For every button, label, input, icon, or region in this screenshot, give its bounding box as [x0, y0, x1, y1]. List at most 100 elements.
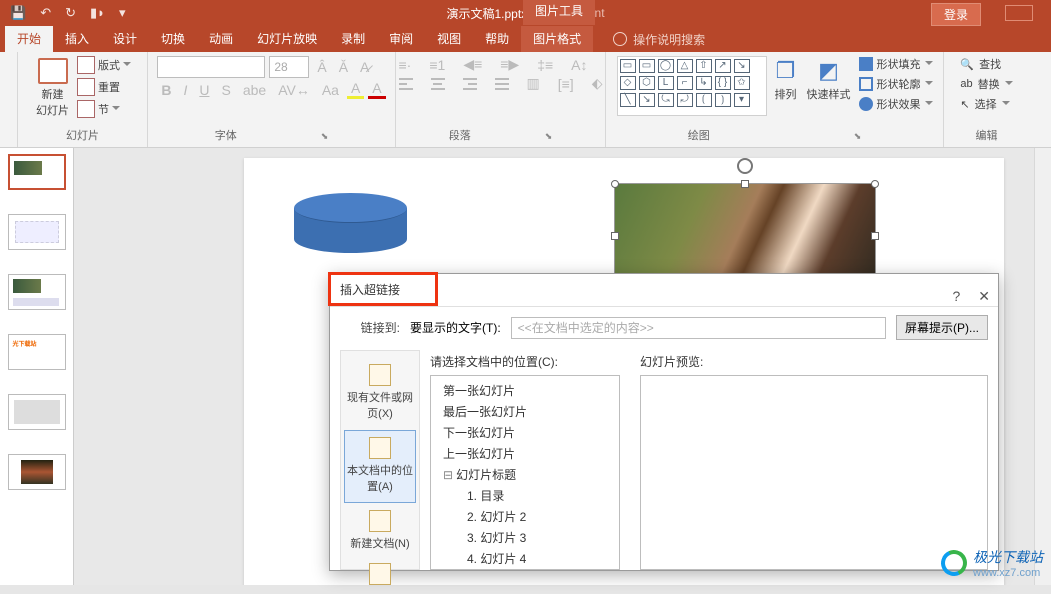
tab-slideshow[interactable]: 幻灯片放映 [245, 26, 329, 52]
smartart-button[interactable]: ⬖ [588, 75, 607, 92]
tab-design[interactable]: 设计 [101, 26, 149, 52]
tab-view[interactable]: 视图 [425, 26, 473, 52]
tree-item[interactable]: 第一张幻灯片 [437, 380, 613, 401]
font-color-button[interactable]: A [368, 80, 385, 99]
justify-button[interactable] [491, 78, 513, 90]
redo-icon[interactable]: ↻ [65, 5, 76, 21]
shape-outline-menu[interactable]: 形状轮廓 [859, 76, 933, 92]
arrange-button[interactable]: ❐ 排列 [773, 56, 799, 116]
rotate-handle-icon[interactable] [737, 158, 753, 174]
quick-styles-button[interactable]: ◩ 快速样式 [805, 56, 853, 116]
increase-font-icon[interactable]: Â [313, 59, 330, 75]
columns-button[interactable]: ▥ [523, 75, 544, 92]
resize-handle[interactable] [871, 232, 879, 240]
tab-insert[interactable]: 插入 [53, 26, 101, 52]
bullets-button[interactable]: ≡· [395, 57, 416, 73]
slide-thumbnail[interactable] [8, 214, 66, 250]
tree-item[interactable]: 2. 幻灯片 2 [437, 506, 613, 527]
change-case-button[interactable]: Aa [318, 82, 343, 98]
tree-item[interactable]: 1. 目录 [437, 485, 613, 506]
shapes-gallery[interactable]: ▭▭◯△⇧↗↘ ◇⬡L⌐↳{ }✩ ╲↘⤿⤾⟮⟯▾ [617, 56, 767, 116]
align-center-button[interactable] [427, 78, 449, 90]
dialog-help-button[interactable]: ? [952, 280, 960, 312]
indent-inc-button[interactable]: ≡▶ [496, 56, 523, 73]
indent-dec-button[interactable]: ◀≡ [459, 56, 486, 73]
decrease-font-icon[interactable]: Ǎ [335, 59, 352, 75]
select-menu[interactable]: ↖选择 [960, 96, 1009, 112]
slide-thumbnail[interactable]: 光下载站 [8, 334, 66, 370]
tab-review[interactable]: 审阅 [377, 26, 425, 52]
undo-icon[interactable]: ↶ [40, 5, 51, 21]
font-family-select[interactable] [157, 56, 265, 78]
section-menu[interactable]: 节 [77, 100, 131, 118]
tab-animation[interactable]: 动画 [197, 26, 245, 52]
shape-effects-menu[interactable]: 形状效果 [859, 96, 933, 112]
shape-fill-menu[interactable]: 形状填充 [859, 56, 933, 72]
slide-thumbnails-pane[interactable]: 光下载站 [0, 148, 74, 585]
display-text-input[interactable]: <<在文档中选定的内容>> [511, 317, 886, 339]
slide-thumbnail[interactable] [8, 274, 66, 310]
find-button[interactable]: 🔍查找 [960, 56, 1001, 72]
tell-me-search[interactable]: 操作说明搜索 [613, 31, 705, 48]
strike-button[interactable]: S [217, 82, 234, 98]
align-right-button[interactable] [459, 78, 481, 90]
group-drawing: ▭▭◯△⇧↗↘ ◇⬡L⌐↳{ }✩ ╲↘⤿⤾⟮⟯▾ ❐ 排列 ◩ 快速样式 形状… [606, 52, 944, 147]
tree-item[interactable]: 5. 幻灯片 5 [437, 569, 613, 570]
resize-handle[interactable] [611, 232, 619, 240]
dialog-title-bar[interactable]: 插入超链接 ? ✕ [330, 274, 998, 306]
start-show-icon[interactable]: ▮◗ [90, 5, 105, 21]
resize-handle[interactable] [611, 180, 619, 188]
tab-record[interactable]: 录制 [329, 26, 377, 52]
resize-handle[interactable] [871, 180, 879, 188]
link-new-document[interactable]: 新建文档(N) [344, 503, 416, 560]
dialog-launcher-drawing[interactable]: ⬊ [854, 131, 862, 142]
font-size-select[interactable]: 28 [269, 56, 309, 78]
slide-thumbnail[interactable] [8, 454, 66, 490]
bold-button[interactable]: B [157, 82, 175, 98]
dialog-launcher-font[interactable]: ⬊ [321, 131, 329, 142]
tree-item[interactable]: 最后一张幻灯片 [437, 401, 613, 422]
save-icon[interactable]: 💾 [10, 5, 26, 21]
line-spacing-button[interactable]: ‡≡ [533, 57, 557, 73]
italic-button[interactable]: I [179, 82, 191, 98]
tab-help[interactable]: 帮助 [473, 26, 521, 52]
numbering-button[interactable]: ≡1 [425, 57, 449, 73]
login-button[interactable]: 登录 [931, 3, 981, 26]
shadow-button[interactable]: abe [239, 82, 270, 98]
align-text-button[interactable]: [≡] [554, 76, 578, 92]
tree-label: 请选择文档中的位置(C): [430, 353, 620, 370]
vertical-scrollbar[interactable] [1034, 148, 1051, 585]
link-place-in-doc[interactable]: 本文档中的位置(A) [344, 430, 416, 503]
highlight-button[interactable]: A [347, 80, 364, 99]
link-existing-file[interactable]: 现有文件或网页(X) [344, 357, 416, 430]
resize-handle[interactable] [741, 180, 749, 188]
clear-format-icon[interactable]: A̷ [356, 59, 373, 75]
reset-button[interactable]: 重置 [77, 78, 131, 96]
slide-thumbnail[interactable] [8, 154, 66, 190]
tab-picture-format[interactable]: 图片格式 [521, 26, 593, 52]
tab-home[interactable]: 开始 [5, 26, 53, 52]
collapse-icon[interactable]: ⊟ [443, 468, 453, 482]
tree-item[interactable]: 3. 幻灯片 3 [437, 527, 613, 548]
slide-thumbnail[interactable] [8, 394, 66, 430]
tree-item[interactable]: 上一张幻灯片 [437, 443, 613, 464]
tree-group[interactable]: ⊟幻灯片标题 [437, 464, 613, 485]
link-email[interactable] [344, 560, 416, 594]
ribbon-display-icon[interactable] [1005, 5, 1033, 21]
underline-button[interactable]: U [195, 82, 213, 98]
dialog-launcher-paragraph[interactable]: ⬊ [545, 131, 553, 142]
screentip-button[interactable]: 屏幕提示(P)... [896, 315, 988, 340]
new-slide-button[interactable]: 新建 幻灯片 [34, 56, 71, 120]
dialog-close-button[interactable]: ✕ [978, 280, 990, 312]
align-left-button[interactable] [395, 78, 417, 90]
tree-item[interactable]: 下一张幻灯片 [437, 422, 613, 443]
tree-item[interactable]: 4. 幻灯片 4 [437, 548, 613, 569]
text-direction-button[interactable]: A↕ [567, 57, 591, 73]
layout-menu[interactable]: 版式 [77, 56, 131, 74]
spacing-button[interactable]: AV↔ [274, 82, 314, 98]
cylinder-shape[interactable] [294, 193, 407, 253]
location-tree[interactable]: 第一张幻灯片 最后一张幻灯片 下一张幻灯片 上一张幻灯片 ⊟幻灯片标题 1. 目… [430, 375, 620, 570]
replace-menu[interactable]: ab替换 [960, 76, 1012, 92]
tab-transition[interactable]: 切换 [149, 26, 197, 52]
qat-more-icon[interactable]: ▾ [119, 5, 126, 21]
